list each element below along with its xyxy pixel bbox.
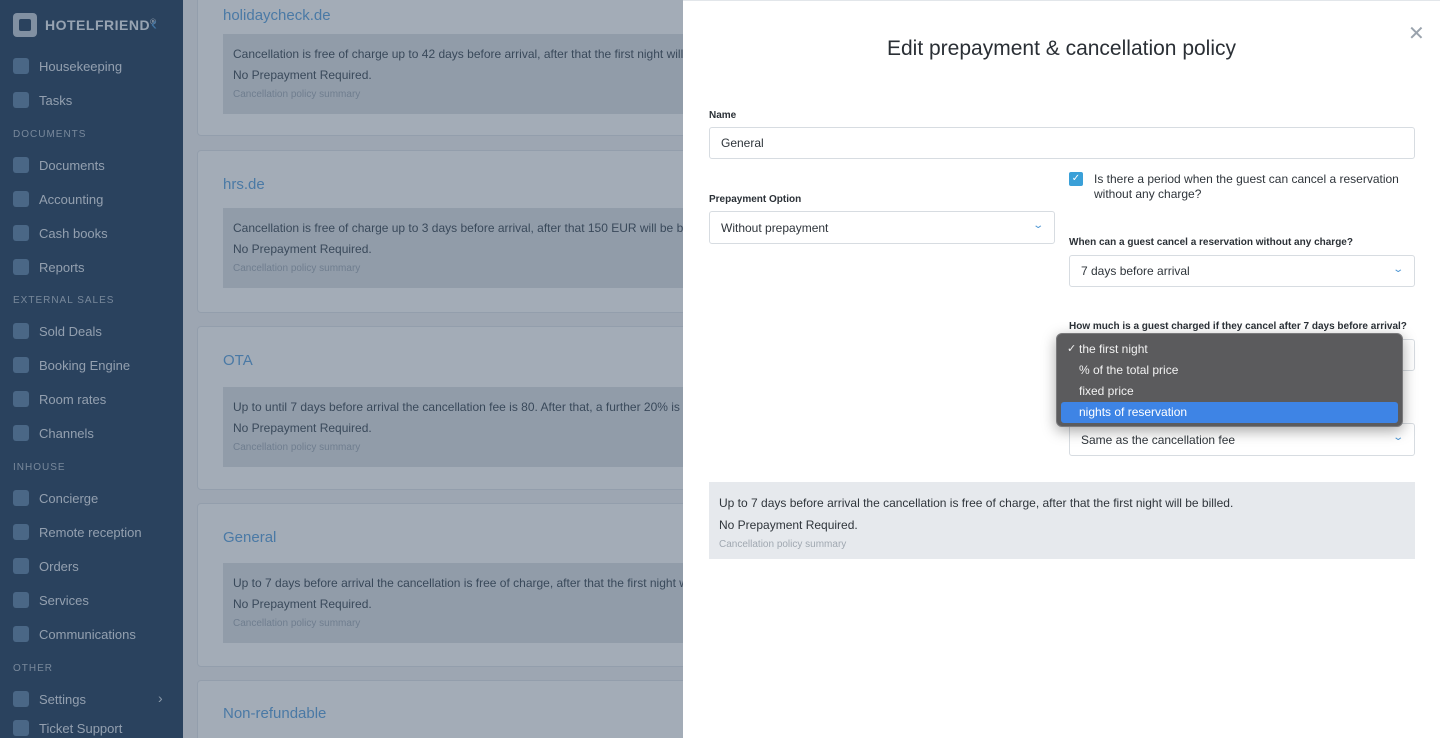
- name-value: General: [721, 136, 764, 150]
- free-cancel-label: Is there a period when the guest can can…: [1094, 172, 1399, 201]
- chevron-down-icon: ⌄: [1391, 264, 1404, 275]
- option-nights-of-reservation[interactable]: nights of reservation: [1061, 402, 1398, 423]
- summary-line: No Prepayment Required.: [719, 518, 858, 532]
- noshow-value: Same as the cancellation fee: [1081, 432, 1236, 447]
- name-label: Name: [709, 110, 737, 121]
- noshow-select[interactable]: Same as the cancellation fee ⌄: [1069, 423, 1415, 456]
- prepayment-value: Without prepayment: [721, 220, 829, 235]
- checkmark-icon: ✓: [1067, 343, 1077, 355]
- when-label: When can a guest cancel a reservation wi…: [1069, 237, 1353, 248]
- name-field[interactable]: General: [709, 127, 1415, 159]
- edit-policy-panel: Edit prepayment & cancellation policy ✕ …: [683, 0, 1440, 738]
- chevron-down-icon: ⌄: [1031, 220, 1044, 231]
- charge-label: How much is a guest charged if they canc…: [1069, 321, 1407, 332]
- option-fixed-price[interactable]: fixed price: [1061, 381, 1398, 402]
- summary-hint: Cancellation policy summary: [719, 539, 847, 550]
- option-percent-total[interactable]: % of the total price: [1061, 360, 1398, 381]
- option-first-night[interactable]: ✓ the first night: [1061, 339, 1398, 360]
- option-label: the first night: [1079, 342, 1148, 356]
- policy-summary-box: Up to 7 days before arrival the cancella…: [709, 482, 1415, 559]
- modal-title: Edit prepayment & cancellation policy: [886, 37, 1237, 60]
- when-select[interactable]: 7 days before arrival ⌄: [1069, 255, 1415, 287]
- when-value: 7 days before arrival: [1081, 264, 1190, 278]
- modal-backdrop[interactable]: [0, 0, 683, 738]
- free-cancel-checkbox[interactable]: ✓: [1069, 172, 1083, 186]
- prepayment-select[interactable]: Without prepayment ⌄: [709, 211, 1055, 244]
- chevron-down-icon: ⌄: [1391, 432, 1404, 443]
- option-label: nights of reservation: [1079, 405, 1188, 419]
- close-icon[interactable]: ✕: [1408, 21, 1425, 46]
- option-label: fixed price: [1079, 384, 1134, 398]
- summary-line: Up to 7 days before arrival the cancella…: [719, 496, 1234, 510]
- option-label: % of the total price: [1079, 363, 1179, 377]
- charge-options-dropdown[interactable]: ✓ the first night % of the total price fi…: [1056, 333, 1403, 427]
- prepayment-label: Prepayment Option: [709, 194, 802, 205]
